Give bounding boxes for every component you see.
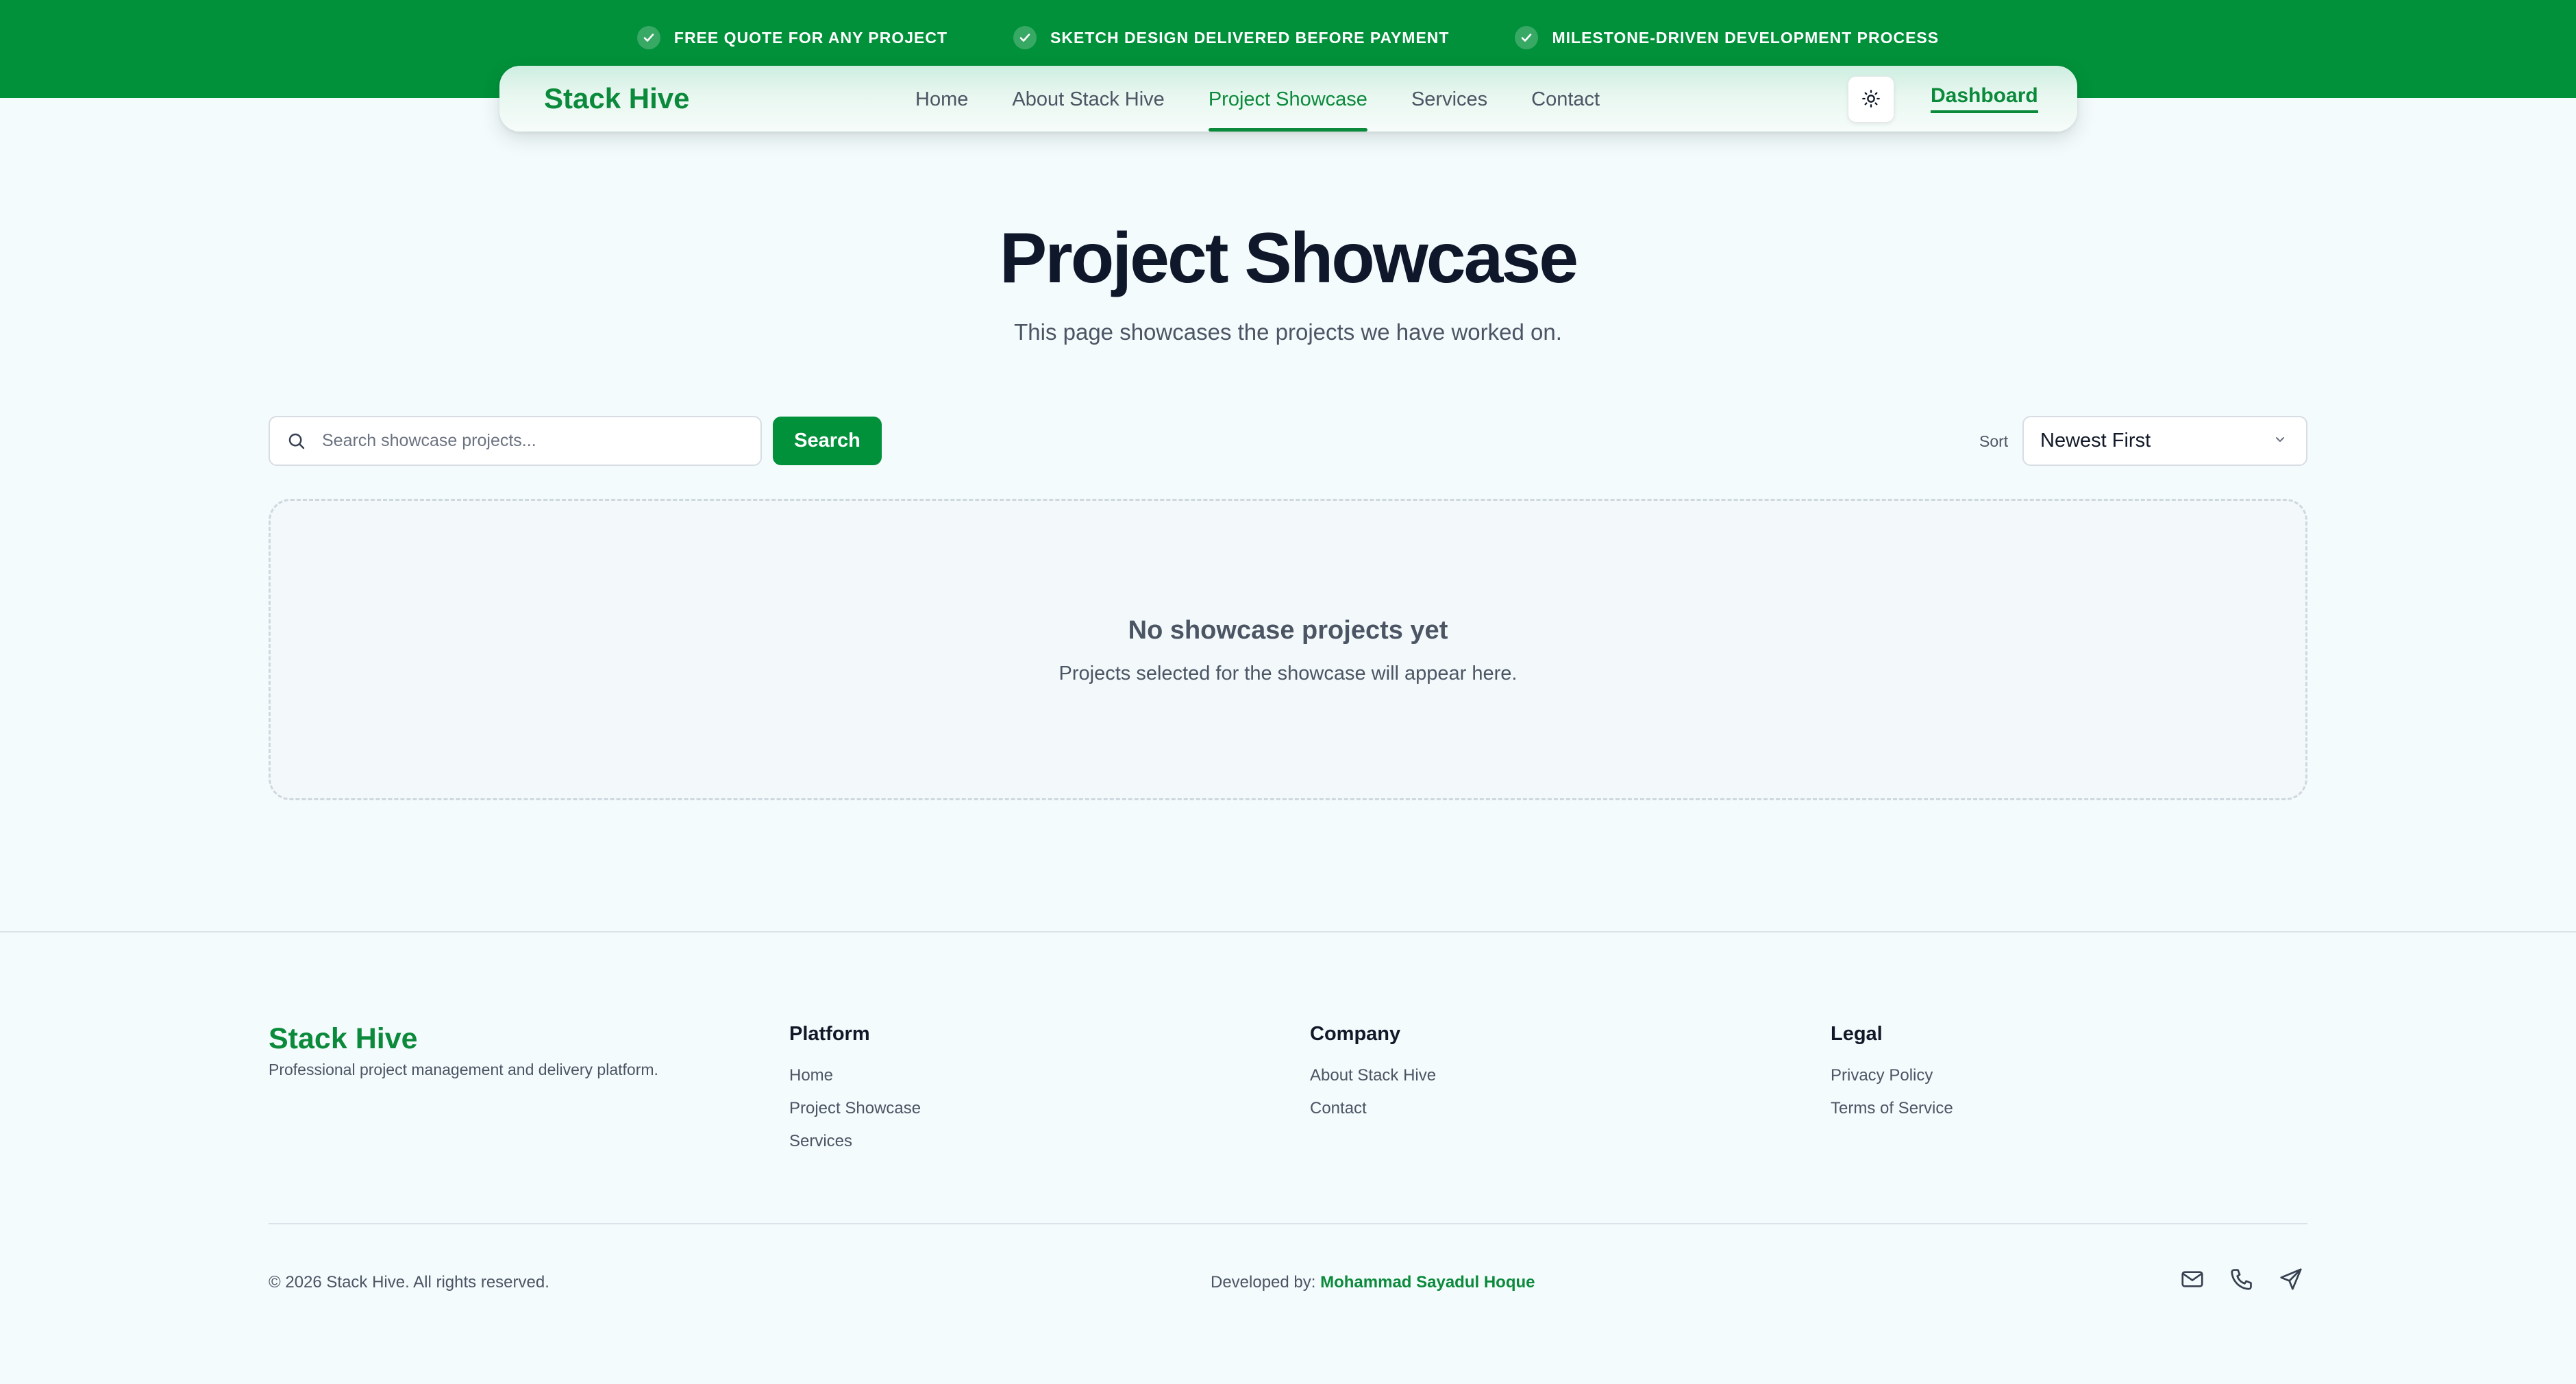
footer-brand[interactable]: Stack Hive bbox=[269, 1022, 418, 1056]
empty-state-text: Projects selected for the showcase will … bbox=[1058, 663, 1518, 684]
chevron-down-icon bbox=[2272, 431, 2288, 451]
search-button[interactable]: Search bbox=[773, 417, 882, 465]
empty-state-title: No showcase projects yet bbox=[1128, 616, 1448, 645]
check-icon bbox=[1515, 26, 1539, 49]
footer-column-legal: Legal Privacy Policy Terms of Service bbox=[1831, 1023, 1953, 1132]
main-navbar: Stack Hive Home About Stack Hive Project… bbox=[499, 66, 2077, 132]
banner-item-label: FREE QUOTE FOR ANY PROJECT bbox=[673, 28, 948, 47]
banner-items: FREE QUOTE FOR ANY PROJECT SKETCH DESIGN… bbox=[0, 26, 2576, 49]
footer-link-terms-of-service[interactable]: Terms of Service bbox=[1831, 1099, 1953, 1118]
sun-icon bbox=[1861, 89, 1881, 110]
banner-item: MILESTONE-DRIVEN DEVELOPMENT PROCESS bbox=[1515, 26, 1939, 49]
theme-toggle-button[interactable] bbox=[1848, 76, 1894, 123]
footer-link-home[interactable]: Home bbox=[789, 1066, 921, 1085]
footer-bottom-divider bbox=[269, 1223, 2307, 1224]
copyright-text: © 2026 Stack Hive. All rights reserved. bbox=[269, 1273, 549, 1292]
search-box bbox=[269, 416, 762, 466]
footer-column-platform: Platform Home Project Showcase Services bbox=[789, 1023, 921, 1165]
dashboard-link[interactable]: Dashboard bbox=[1931, 84, 2038, 113]
nav-link-contact[interactable]: Contact bbox=[1531, 66, 1600, 132]
footer-column-company: Company About Stack Hive Contact bbox=[1310, 1023, 1436, 1132]
nav-links: Home About Stack Hive Project Showcase S… bbox=[915, 66, 1600, 132]
developed-by-label: Developed by: bbox=[1211, 1273, 1316, 1292]
empty-state-panel: No showcase projects yet Projects select… bbox=[269, 499, 2307, 800]
nav-link-project-showcase[interactable]: Project Showcase bbox=[1208, 66, 1368, 132]
footer-top-divider bbox=[0, 931, 2576, 932]
footer-link-services[interactable]: Services bbox=[789, 1132, 921, 1151]
send-icon[interactable] bbox=[2277, 1265, 2305, 1293]
footer-link-contact[interactable]: Contact bbox=[1310, 1099, 1436, 1118]
footer-column-title: Company bbox=[1310, 1023, 1401, 1045]
nav-link-about[interactable]: About Stack Hive bbox=[1012, 66, 1164, 132]
developed-by: Developed by: Mohammad Sayadul Hoque bbox=[1211, 1273, 1535, 1292]
footer-link-privacy-policy[interactable]: Privacy Policy bbox=[1831, 1066, 1953, 1085]
banner-item-label: MILESTONE-DRIVEN DEVELOPMENT PROCESS bbox=[1552, 28, 1940, 47]
social-icons bbox=[2179, 1265, 2305, 1293]
footer-column-title: Legal bbox=[1831, 1023, 1883, 1045]
nav-link-home[interactable]: Home bbox=[915, 66, 968, 132]
footer-link-about[interactable]: About Stack Hive bbox=[1310, 1066, 1436, 1085]
footer-column-title: Platform bbox=[789, 1023, 870, 1045]
brand-logo[interactable]: Stack Hive bbox=[544, 82, 689, 115]
page-title: Project Showcase bbox=[999, 219, 1578, 298]
banner-item: SKETCH DESIGN DELIVERED BEFORE PAYMENT bbox=[1013, 26, 1449, 49]
footer-tagline: Professional project management and deli… bbox=[269, 1061, 658, 1078]
sort-selected-value: Newest First bbox=[2040, 430, 2151, 452]
mail-icon[interactable] bbox=[2179, 1265, 2206, 1293]
check-icon bbox=[1013, 26, 1037, 49]
sort-label: Sort bbox=[1979, 432, 2009, 450]
footer-link-project-showcase[interactable]: Project Showcase bbox=[789, 1099, 921, 1118]
phone-icon[interactable] bbox=[2228, 1265, 2255, 1293]
search-icon bbox=[285, 430, 308, 453]
banner-item-label: SKETCH DESIGN DELIVERED BEFORE PAYMENT bbox=[1050, 28, 1450, 47]
page-subtitle: This page showcases the projects we have… bbox=[1014, 319, 1562, 345]
banner-item: FREE QUOTE FOR ANY PROJECT bbox=[636, 26, 948, 49]
check-icon bbox=[636, 26, 660, 49]
developer-name-link[interactable]: Mohammad Sayadul Hoque bbox=[1320, 1273, 1535, 1292]
search-input[interactable] bbox=[322, 431, 747, 451]
nav-link-services[interactable]: Services bbox=[1411, 66, 1487, 132]
sort-select[interactable]: Newest First bbox=[2022, 416, 2307, 466]
